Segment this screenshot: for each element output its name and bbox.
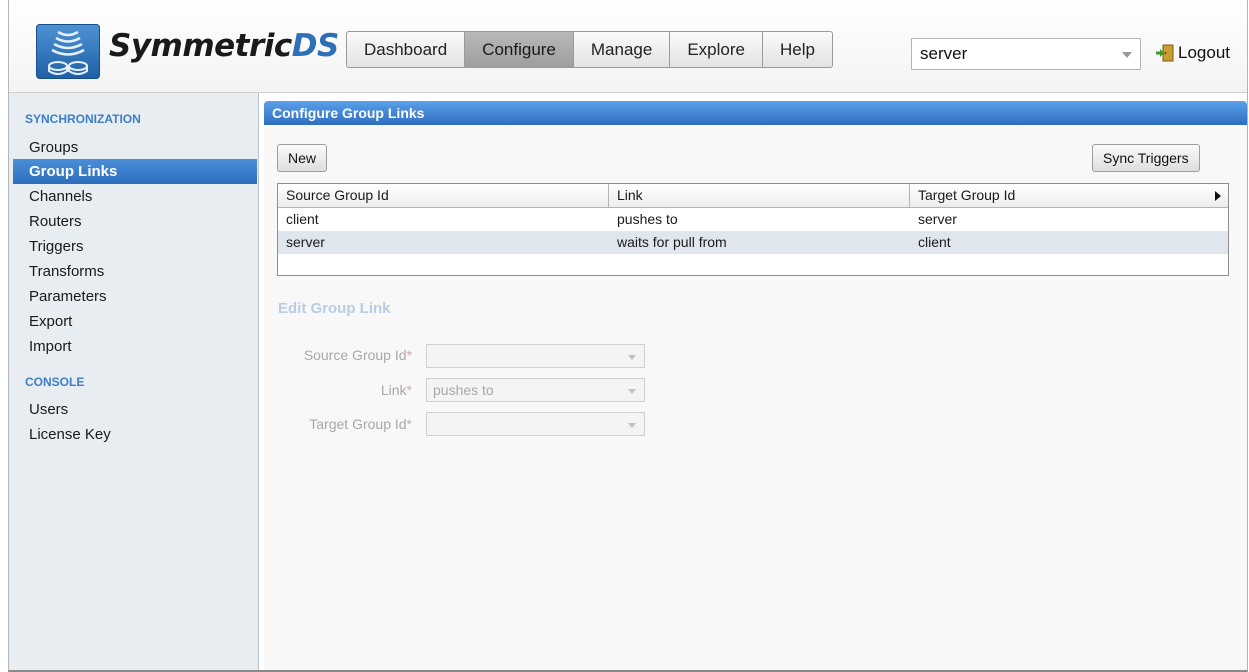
sidebar-item-triggers[interactable]: Triggers [13, 234, 257, 259]
required-mark: * [406, 347, 412, 363]
app-header: SymmetricDS Dashboard Configure Manage E… [9, 0, 1247, 93]
logo-text-accent: DS [291, 28, 340, 64]
table-header: Source Group Id Link Target Group Id [278, 184, 1228, 208]
nav-tab-configure[interactable]: Configure [465, 31, 574, 68]
target-group-id-label-text: Target Group Id [309, 416, 407, 432]
edit-form-title: Edit Group Link [278, 300, 391, 317]
cell-target-group-id: client [918, 234, 951, 250]
sidebar-item-parameters[interactable]: Parameters [13, 284, 257, 309]
target-group-id-label: Target Group Id* [272, 416, 412, 432]
column-menu-arrow-icon[interactable] [1212, 184, 1228, 207]
nav-tab-dashboard[interactable]: Dashboard [346, 31, 466, 68]
panel-title: Configure Group Links [264, 101, 1247, 125]
column-header-target-group-id[interactable]: Target Group Id [910, 184, 1212, 207]
target-group-id-select [426, 412, 645, 436]
sidebar-item-import[interactable]: Import [13, 334, 257, 359]
app-logo-text: SymmetricDS [109, 28, 339, 64]
link-label-text: Link [380, 382, 407, 398]
cell-link: pushes to [617, 211, 678, 227]
logout-door-icon [1156, 44, 1174, 62]
logout-label: Logout [1178, 43, 1230, 62]
sidebar-item-export[interactable]: Export [13, 309, 257, 334]
sync-triggers-button[interactable]: Sync Triggers [1092, 144, 1200, 172]
link-label: Link* [272, 382, 412, 398]
new-button[interactable]: New [277, 144, 328, 172]
column-header-link[interactable]: Link [609, 184, 910, 207]
cell-source-group-id: server [286, 234, 325, 250]
required-mark: * [406, 382, 412, 398]
group-links-table: Source Group Id Link Target Group Id cli… [277, 183, 1229, 276]
sidebar-item-group-links[interactable]: Group Links [13, 159, 257, 184]
sidebar: SYNCHRONIZATION Groups Group Links Chann… [9, 93, 259, 670]
main-nav: Dashboard Configure Manage Explore Help [346, 31, 833, 68]
chevron-down-icon [1122, 52, 1132, 58]
required-mark: * [406, 416, 412, 432]
chevron-down-icon [628, 389, 636, 394]
sidebar-item-license-key[interactable]: License Key [13, 422, 257, 447]
sidebar-section-synchronization: SYNCHRONIZATION [25, 112, 141, 126]
node-select-value: server [920, 44, 968, 63]
source-group-id-label: Source Group Id* [272, 347, 412, 363]
logo-text-main: Symmetric [109, 28, 292, 64]
table-row[interactable]: client pushes to server [278, 208, 1228, 231]
table-row[interactable]: server waits for pull from client [278, 231, 1228, 254]
sidebar-section-console: CONSOLE [25, 375, 85, 389]
link-select-value: pushes to [433, 382, 494, 398]
sidebar-item-groups[interactable]: Groups [13, 135, 257, 160]
node-select[interactable]: server [911, 38, 1141, 70]
sidebar-item-channels[interactable]: Channels [13, 184, 257, 209]
cell-link: waits for pull from [617, 234, 727, 250]
chevron-down-icon [628, 423, 636, 428]
cell-target-group-id: server [918, 211, 957, 227]
main-panel: New Sync Triggers Source Group Id Link T… [264, 125, 1247, 670]
source-group-id-select [426, 344, 645, 368]
cell-source-group-id: client [286, 211, 319, 227]
link-select: pushes to [426, 378, 645, 402]
symmetricds-logo-icon [36, 24, 100, 79]
chevron-down-icon [628, 355, 636, 360]
source-group-id-label-text: Source Group Id [303, 347, 407, 363]
logout-link[interactable]: Logout [1155, 41, 1230, 65]
nav-tab-help[interactable]: Help [762, 31, 833, 68]
nav-tab-explore[interactable]: Explore [670, 31, 763, 68]
sidebar-item-transforms[interactable]: Transforms [13, 259, 257, 284]
sidebar-item-users[interactable]: Users [13, 397, 257, 422]
app-window: SymmetricDS Dashboard Configure Manage E… [8, 0, 1248, 672]
nav-tab-manage[interactable]: Manage [573, 31, 671, 68]
column-header-source-group-id[interactable]: Source Group Id [278, 184, 609, 207]
sidebar-item-routers[interactable]: Routers [13, 209, 257, 234]
